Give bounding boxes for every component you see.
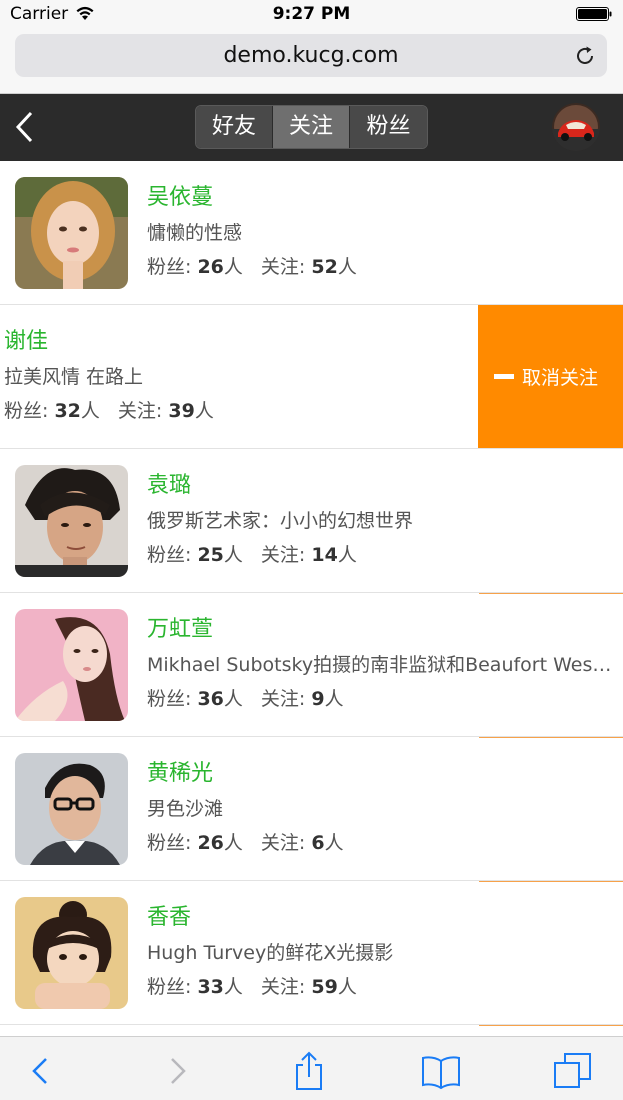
url-text[interactable]: demo.kucg.com [15, 43, 607, 68]
unit-label: 人 [80, 400, 100, 422]
follow-label: 关注: [117, 400, 169, 422]
follow-count: 52 [311, 256, 338, 278]
follow-label: 关注: [260, 688, 312, 710]
user-stats: 粉丝: 26人 关注: 52人 [147, 252, 357, 279]
unit-label: 人 [223, 688, 243, 710]
avatar [15, 465, 128, 577]
fans-label: 粉丝: [147, 688, 198, 710]
reload-icon[interactable] [573, 44, 597, 68]
fans-label: 粉丝: [147, 832, 198, 854]
user-name[interactable]: 香香 [147, 899, 191, 931]
avatar [15, 609, 128, 721]
segmented-tabs: 好友 关注 粉丝 [195, 105, 428, 149]
battery-icon [576, 7, 612, 21]
follow-label: 关注: [260, 256, 312, 278]
unit-label: 人 [337, 976, 357, 998]
unit-label: 人 [223, 544, 243, 566]
unfollow-label: 取消关注 [522, 367, 599, 389]
back-icon[interactable] [12, 110, 36, 144]
status-time: 9:27 PM [272, 4, 351, 24]
list-item[interactable]: 吴依蔓 慵懒的性感 粉丝: 26人 关注: 52人 [0, 161, 623, 305]
follow-count: 39 [168, 400, 195, 422]
user-stats: 粉丝: 36人 关注: 9人 [147, 684, 344, 711]
unit-label: 人 [337, 256, 357, 278]
user-stats: 粉丝: 25人 关注: 14人 [147, 540, 357, 567]
user-name[interactable]: 袁璐 [147, 467, 191, 499]
browser-toolbar [0, 1036, 623, 1100]
user-description: 俄罗斯艺术家：小小的幻想世界 [147, 510, 414, 532]
divider [479, 881, 623, 882]
list-item[interactable]: 香香 Hugh Turvey的鲜花X光摄影 粉丝: 33人 关注: 59人 [0, 881, 623, 1025]
divider [479, 593, 623, 594]
follow-label: 关注: [260, 832, 312, 854]
user-description: 慵懒的性感 [147, 222, 243, 244]
user-description: Hugh Turvey的鲜花X光摄影 [147, 942, 394, 964]
divider [479, 737, 623, 738]
user-name[interactable]: 吴依蔓 [147, 179, 213, 211]
status-bar: Carrier 9:27 PM [0, 0, 623, 28]
tab-friends[interactable]: 好友 [196, 106, 273, 148]
user-stats: 粉丝: 33人 关注: 59人 [147, 972, 357, 999]
app-header: 好友 关注 粉丝 [0, 94, 623, 161]
fans-count: 26 [197, 832, 224, 854]
list-item[interactable]: 袁璐 俄罗斯艺术家：小小的幻想世界 粉丝: 25人 关注: 14人 [0, 449, 623, 593]
follow-count: 59 [311, 976, 338, 998]
avatar [15, 753, 128, 865]
chevron-left-icon[interactable] [22, 1051, 62, 1091]
unfollow-button[interactable]: 取消关注 [478, 305, 623, 448]
user-avatar[interactable] [552, 103, 600, 151]
tabs-icon[interactable] [553, 1051, 593, 1091]
fans-label: 粉丝: [147, 976, 198, 998]
list-item[interactable]: 黄稀光 男色沙滩 粉丝: 26人 关注: 6人 [0, 737, 623, 881]
user-name[interactable]: 万虹萱 [147, 611, 213, 643]
fans-label: 粉丝: [4, 400, 55, 422]
user-description: Mikhael Subotsky拍摄的南非监狱和Beaufort West... [147, 654, 617, 676]
user-stats: 粉丝: 26人 关注: 6人 [147, 828, 344, 855]
fans-count: 36 [197, 688, 224, 710]
unit-label: 人 [324, 688, 344, 710]
user-name[interactable]: 谢佳 [4, 323, 48, 355]
follow-count: 6 [311, 832, 325, 854]
list-item-swiped[interactable]: 谢佳 拉美风情 在路上 粉丝: 32人 关注: 39人 取消关注 [0, 305, 623, 449]
minus-icon [494, 374, 514, 379]
unit-label: 人 [223, 976, 243, 998]
list-item[interactable]: 万虹萱 Mikhael Subotsky拍摄的南非监狱和Beaufort Wes… [0, 593, 623, 737]
follow-count: 9 [311, 688, 325, 710]
address-bar[interactable]: demo.kucg.com [15, 34, 607, 77]
browser-address-area: demo.kucg.com [0, 28, 623, 94]
unit-label: 人 [324, 832, 344, 854]
user-stats: 粉丝: 32人 关注: 39人 [4, 396, 214, 423]
follow-label: 关注: [260, 976, 312, 998]
fans-count: 32 [54, 400, 81, 422]
divider [479, 1025, 623, 1026]
chevron-right-icon[interactable] [158, 1051, 198, 1091]
bookmarks-icon[interactable] [421, 1051, 461, 1091]
fans-count: 33 [197, 976, 224, 998]
unit-label: 人 [223, 832, 243, 854]
unit-label: 人 [223, 256, 243, 278]
user-description: 拉美风情 在路上 [4, 366, 144, 388]
tab-fans[interactable]: 粉丝 [350, 106, 427, 148]
user-name[interactable]: 黄稀光 [147, 755, 213, 787]
avatar [15, 177, 128, 289]
follow-label: 关注: [260, 544, 312, 566]
tab-following[interactable]: 关注 [273, 106, 350, 148]
fans-count: 26 [197, 256, 224, 278]
unit-label: 人 [194, 400, 214, 422]
fans-label: 粉丝: [147, 256, 198, 278]
fans-label: 粉丝: [147, 544, 198, 566]
user-description: 男色沙滩 [147, 798, 224, 820]
unit-label: 人 [337, 544, 357, 566]
fans-count: 25 [197, 544, 224, 566]
follow-count: 14 [311, 544, 338, 566]
share-icon[interactable] [289, 1051, 329, 1091]
avatar [15, 897, 128, 1009]
